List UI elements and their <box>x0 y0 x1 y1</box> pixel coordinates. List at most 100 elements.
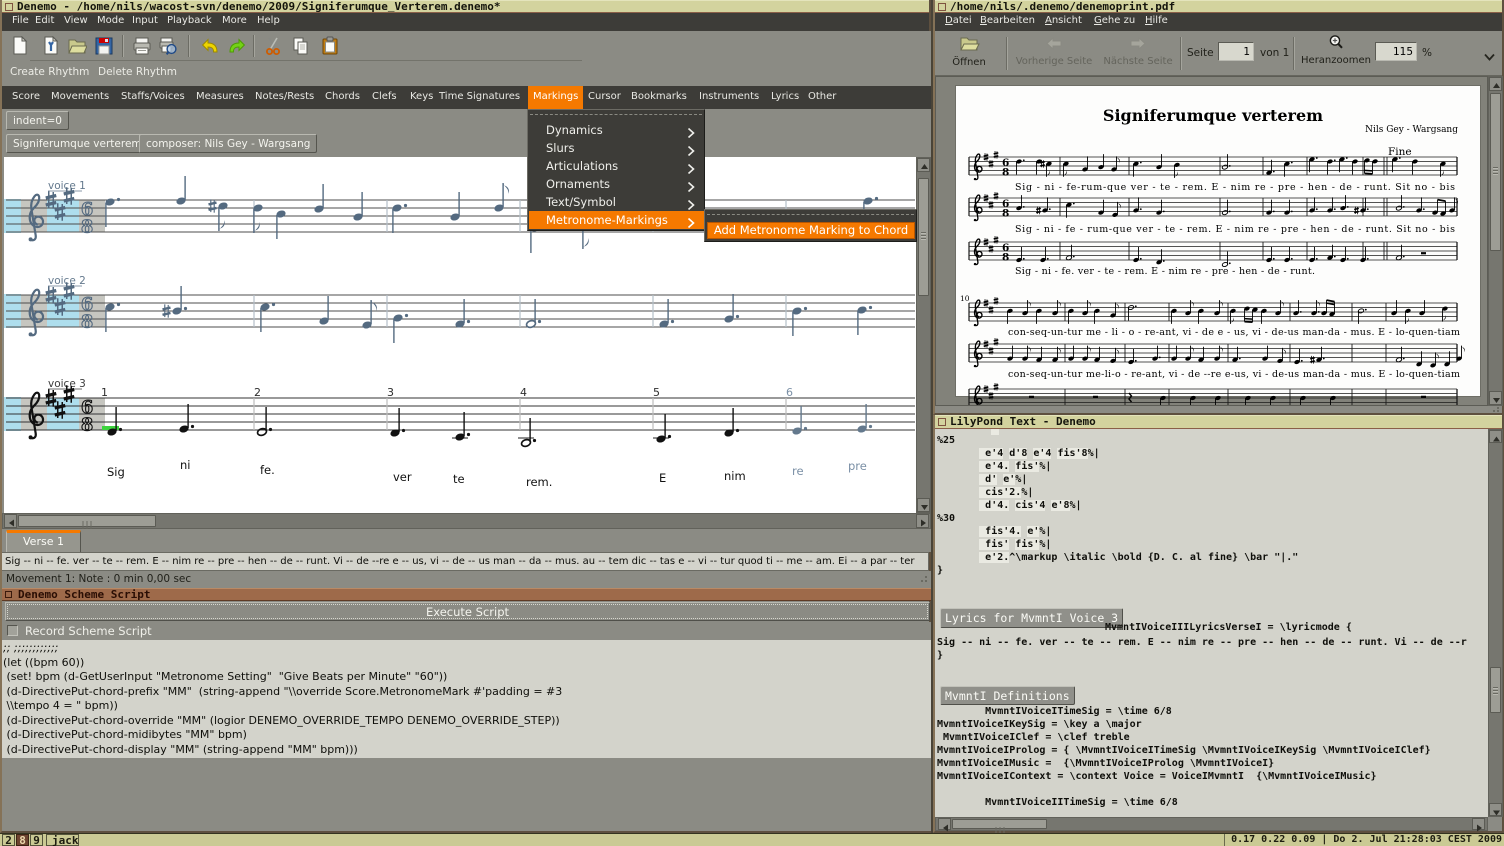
lily-titlebar[interactable]: LilyPond Text - Denemo <box>935 415 1502 429</box>
menu-item-slurs[interactable]: Slurs <box>529 139 704 157</box>
menu-datei[interactable]: Datei <box>945 15 972 26</box>
command-menu-lyrics[interactable]: Lyrics <box>771 86 799 109</box>
note[interactable] <box>313 184 324 214</box>
mvmnt1-definitions-section-button[interactable]: MvmntI Definitions <box>940 686 1075 705</box>
copy-button[interactable] <box>291 36 311 56</box>
scroll-left-arrow[interactable] <box>938 818 951 832</box>
cut-button[interactable] <box>263 36 283 56</box>
scroll-up-arrow[interactable] <box>917 158 930 172</box>
note[interactable] <box>178 404 195 434</box>
scroll-right-arrow[interactable] <box>1472 818 1485 832</box>
scroll-up-arrow[interactable] <box>1489 430 1502 443</box>
command-menu-score[interactable]: Score <box>12 86 40 109</box>
note[interactable] <box>856 305 873 335</box>
delete-rhythm-button[interactable]: Delete Rhythm <box>98 66 177 78</box>
lilypond-text-editor[interactable]: %25 e'4 d'8 e'4 fis'8%| e'4. fis'%| d' e… <box>935 429 1488 817</box>
scroll-down-arrow[interactable] <box>1489 391 1502 405</box>
save-button[interactable] <box>94 36 114 56</box>
next-page-button[interactable]: Nächste Seite <box>1098 34 1178 74</box>
note[interactable] <box>104 197 121 227</box>
indent-button[interactable]: indent=0 <box>6 111 69 130</box>
zoom-level-input[interactable] <box>1375 42 1417 61</box>
tearoff-line[interactable] <box>707 214 914 215</box>
scroll-right-arrow[interactable] <box>916 514 929 528</box>
command-menu-notesrests[interactable]: Notes/Rests <box>255 86 314 109</box>
workspace-button-9[interactable]: 9 <box>30 834 43 846</box>
command-menu-cursor[interactable]: Cursor <box>588 86 621 109</box>
new-from-template-button[interactable] <box>41 35 61 56</box>
note[interactable] <box>389 408 406 438</box>
lily-vscrollbar[interactable] <box>1488 429 1503 817</box>
menu-item-ornaments[interactable]: Ornaments <box>529 175 704 193</box>
note[interactable] <box>175 176 186 206</box>
lily-vscroll-thumb[interactable] <box>1490 667 1501 713</box>
command-menu-keys[interactable]: Keys <box>410 86 433 109</box>
page-number-input[interactable] <box>1218 42 1254 61</box>
pdf-vscrollbar[interactable] <box>1488 76 1503 406</box>
canvas-hscrollbar[interactable] <box>2 513 931 529</box>
menu-playback[interactable]: Playback <box>167 15 212 26</box>
menu-hilfe[interactable]: Hilfe <box>1145 15 1168 26</box>
composer-button[interactable]: composer: Nils Gey - Wargsang <box>139 134 318 153</box>
pdf-vscroll-thumb[interactable] <box>1490 93 1501 251</box>
workspace-button-8[interactable]: 8 <box>16 834 29 846</box>
note[interactable] <box>162 286 188 318</box>
note[interactable] <box>791 406 808 436</box>
canvas-hscroll-thumb[interactable] <box>18 515 156 529</box>
undo-button[interactable] <box>201 36 221 56</box>
pdf-titlebar[interactable]: /home/nils/.denemo/denemoprint.pdf <box>935 0 1502 13</box>
pdf-viewport[interactable]: Signiferumque verterem Nils Gey - Wargsan… <box>935 76 1488 406</box>
menu-edit[interactable]: Edit <box>35 15 54 26</box>
note[interactable] <box>452 412 471 442</box>
note[interactable] <box>392 313 409 343</box>
execute-script-button[interactable]: Execute Script <box>5 602 930 621</box>
menu-item-textsymbol[interactable]: Text/Symbol <box>529 193 704 211</box>
workspace-button-2[interactable]: 2 <box>2 834 15 846</box>
denemo-titlebar[interactable]: Denemo - /home/nils/wacost-svn/denemo/20… <box>2 0 929 13</box>
scroll-left-arrow[interactable] <box>4 514 17 528</box>
new-document-button[interactable] <box>10 35 30 56</box>
command-menu-measures[interactable]: Measures <box>196 86 244 109</box>
redo-button[interactable] <box>226 36 246 56</box>
score-title-button[interactable]: Signiferumque verterem <box>6 134 149 153</box>
record-checkbox[interactable] <box>7 625 18 636</box>
canvas-vscroll-thumb[interactable] <box>918 178 929 296</box>
command-menu-markings[interactable]: Markings <box>528 86 584 109</box>
canvas-vscrollbar[interactable] <box>916 157 931 513</box>
open-button[interactable]: Öffnen <box>947 34 991 74</box>
menu-gehezu[interactable]: Gehe zu <box>1094 15 1135 26</box>
menu-help[interactable]: Help <box>257 15 280 26</box>
command-menu-other[interactable]: Other <box>808 86 836 109</box>
note[interactable] <box>653 414 672 444</box>
lyrics-voice3-section-button[interactable]: Lyrics for MvmntI Voice 3 <box>940 608 1124 628</box>
tearoff-line[interactable] <box>530 114 702 115</box>
command-menu-instruments[interactable]: Instruments <box>699 86 759 109</box>
lily-hscrollbar[interactable] <box>935 817 1488 833</box>
scheme-script-editor[interactable]: ;; ;;;;;;;;;;;; (let ((bpm 60)) (set! bpm… <box>2 640 931 758</box>
menu-item-dynamics[interactable]: Dynamics <box>529 121 704 139</box>
menu-input[interactable]: Input <box>132 15 158 26</box>
paste-button[interactable] <box>320 36 340 56</box>
menu-file[interactable]: File <box>12 15 29 26</box>
command-menu-chords[interactable]: Chords <box>325 86 360 109</box>
record-checkbox-label[interactable]: Record Scheme Script <box>25 624 152 638</box>
scroll-down-arrow[interactable] <box>917 498 930 512</box>
command-menu-staffsvoices[interactable]: Staffs/Voices <box>121 86 185 109</box>
previous-page-button[interactable]: Vorherige Seite <box>1011 34 1097 74</box>
menu-item-metronomemarkings[interactable]: Metronome-Markings <box>529 211 704 229</box>
note[interactable] <box>723 408 740 438</box>
taskbar-app-jack[interactable]: jack <box>46 834 79 846</box>
note[interactable] <box>856 404 873 434</box>
scheme-panel-titlebar[interactable]: Denemo Scheme Script <box>2 588 931 601</box>
print-preview-button[interactable] <box>158 36 178 56</box>
menu-more[interactable]: More <box>222 15 247 26</box>
menu-ansicht[interactable]: Ansicht <box>1045 15 1082 26</box>
menu-view[interactable]: View <box>64 15 88 26</box>
command-menu-timesignatures[interactable]: Time Signatures <box>439 86 520 109</box>
note[interactable] <box>208 199 229 231</box>
menu-mode[interactable]: Mode <box>97 15 124 26</box>
zoom-in-button[interactable]: Heranzoomen <box>1300 33 1372 74</box>
command-menu-bookmarks[interactable]: Bookmarks <box>631 86 687 109</box>
note[interactable] <box>361 300 377 330</box>
lily-hscroll-thumb[interactable] <box>952 819 1047 833</box>
